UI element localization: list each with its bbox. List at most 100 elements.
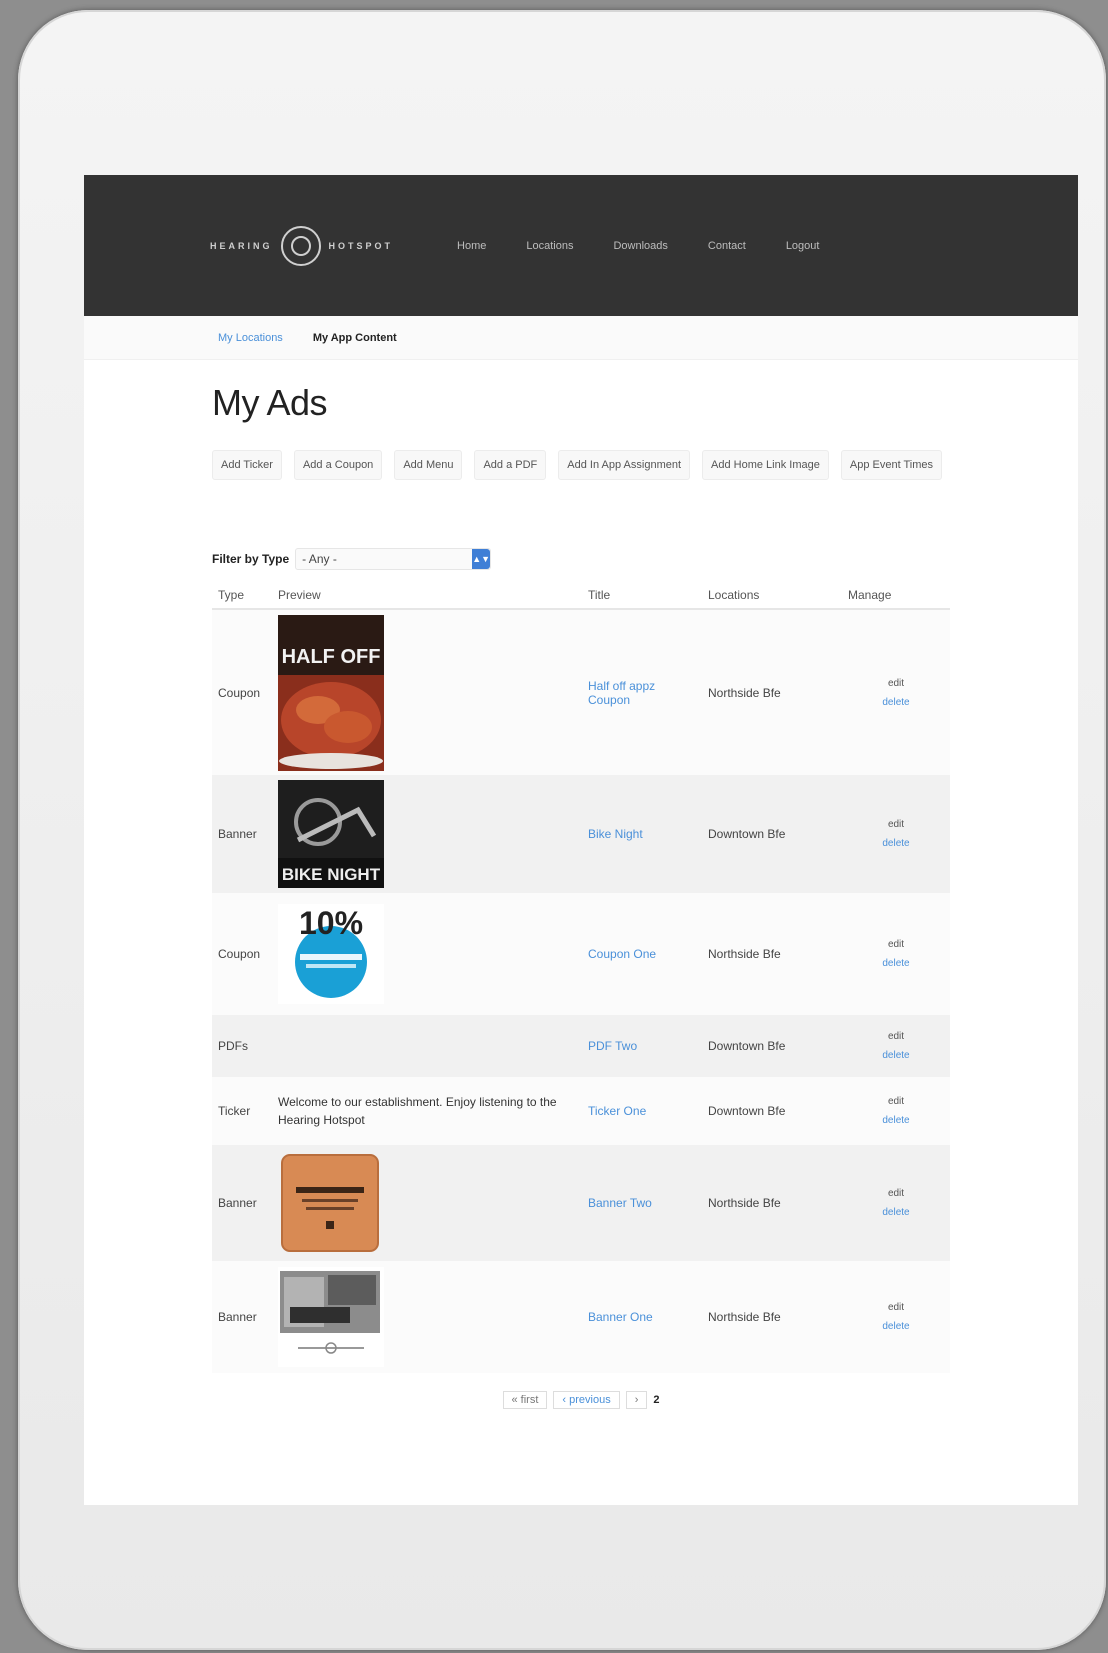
nav-downloads[interactable]: Downloads [613,240,667,252]
nav-logout[interactable]: Logout [786,240,820,252]
row-locations: Downtown Bfe [708,1104,786,1118]
ads-table: Type Preview Title Locations Manage Coup… [212,582,950,1373]
table-row: Banner Banner Two Northside Bfe edit del… [212,1145,950,1261]
row-title-link[interactable]: Ticker One [588,1104,646,1118]
delete-link[interactable]: delete [848,697,944,708]
header-title[interactable]: Title [582,582,702,610]
browser-screen: HEARING HOTSPOT Home Locations Downloads… [84,175,1078,1505]
table-row: PDFs PDF Two Downtown Bfe edit delete [212,1015,950,1077]
table-row: Banner BIKE NIGHT Bike Night Downtown Bf… [212,775,950,893]
top-navigation-bar: HEARING HOTSPOT Home Locations Downloads… [84,175,1078,316]
app-event-times-button[interactable]: App Event Times [840,450,943,480]
pagination: « first ‹ previous › 2 [212,1391,950,1409]
row-title-link[interactable]: Coupon One [588,947,656,961]
subnav-my-app-content[interactable]: My App Content [313,332,397,344]
row-title-link[interactable]: Bike Night [588,827,643,841]
row-title: Bike Night [582,775,702,893]
header-manage: Manage [842,582,950,610]
row-preview [272,1015,582,1077]
tablet-frame: HEARING HOTSPOT Home Locations Downloads… [18,10,1106,1650]
main-nav: Home Locations Downloads Contact Logout [457,240,819,252]
row-locations: Downtown Bfe [708,827,786,841]
delete-link[interactable]: delete [848,1115,944,1126]
filter-select-value: - Any - [302,552,337,566]
delete-link[interactable]: delete [848,1207,944,1218]
edit-link[interactable]: edit [848,1031,944,1042]
bike-night-banner-thumbnail: BIKE NIGHT [278,780,384,888]
row-type: Ticker [218,1104,251,1118]
row-preview-ticker-text: Welcome to our establishment. Enjoy list… [278,1095,557,1127]
header-type[interactable]: Type [212,582,272,610]
add-in-app-assignment-button[interactable]: Add In App Assignment [558,450,691,480]
add-ticker-button[interactable]: Add Ticker [212,450,282,480]
add-coupon-button[interactable]: Add a Coupon [293,450,383,480]
row-title: Coupon One [582,893,702,1015]
add-home-link-image-button[interactable]: Add Home Link Image [702,450,829,480]
brand-left-text: HEARING [210,240,273,251]
row-locations: Northside Bfe [708,685,781,700]
brand-right-text: HOTSPOT [328,240,394,251]
row-manage: edit delete [842,1077,950,1145]
main-content: My Ads Add Ticker Add a Coupon Add Menu … [84,382,1078,1409]
filter-label: Filter by Type [212,552,290,566]
filter-type-select[interactable]: - Any - ▲▼ [295,548,492,570]
type-filter: Filter by Type - Any - ▲▼ [212,548,950,570]
row-manage: edit delete [842,609,950,775]
table-row: Coupon 10% Coupon One Northside Bfe edit… [212,893,950,1015]
row-title-link[interactable]: Banner One [588,1310,653,1324]
edit-link[interactable]: edit [848,1188,944,1199]
table-row: Banner Banner One Northside Bfe edit del… [212,1261,950,1373]
row-title-link[interactable]: Half off appz Coupon [588,679,655,707]
row-type: Coupon [218,947,261,961]
nav-locations[interactable]: Locations [526,240,573,252]
add-pdf-button[interactable]: Add a PDF [474,450,547,480]
delete-link[interactable]: delete [848,958,944,969]
edit-link[interactable]: edit [848,939,944,950]
delete-link[interactable]: delete [848,1321,944,1332]
pager-next-button[interactable]: › [625,1391,648,1409]
half-off-coupon-thumbnail: HALF OFF [278,614,384,771]
edit-link[interactable]: edit [848,1302,944,1313]
pager-current-page: 2 [653,1394,660,1406]
subnav-my-locations[interactable]: My Locations [218,332,283,344]
row-preview: 10% [272,893,582,1015]
row-manage: edit delete [842,775,950,893]
pager-first-button[interactable]: « first [502,1391,548,1409]
row-title: PDF Two [582,1015,702,1077]
row-type: Banner [218,1310,257,1324]
brand-logo[interactable]: HEARING HOTSPOT [210,225,394,266]
edit-link[interactable]: edit [848,819,944,830]
table-row: Coupon HALF OFF Half off appz Coupon Nor… [212,609,950,775]
delete-link[interactable]: delete [848,838,944,849]
delete-link[interactable]: delete [848,1050,944,1061]
edit-link[interactable]: edit [848,678,944,689]
row-manage: edit delete [842,893,950,1015]
thumb-bike-night-text: BIKE NIGHT [282,865,381,884]
add-menu-button[interactable]: Add Menu [394,450,463,480]
pager-previous-button[interactable]: ‹ previous [553,1391,620,1409]
secondary-nav: My Locations My App Content [84,316,1078,360]
row-type: PDFs [218,1039,248,1053]
nav-contact[interactable]: Contact [708,240,746,252]
row-type: Banner [218,1196,257,1210]
row-locations: Downtown Bfe [708,1039,786,1053]
ten-percent-coupon-thumbnail: 10% [278,904,384,1004]
header-locations: Locations [702,582,842,610]
row-manage: edit delete [842,1261,950,1373]
row-title-link[interactable]: PDF Two [588,1039,637,1053]
edit-link[interactable]: edit [848,1096,944,1107]
row-preview [272,1261,582,1373]
select-arrows-icon: ▲▼ [472,549,491,569]
banner-one-thumbnail [278,1267,384,1367]
row-preview: BIKE NIGHT [272,775,582,893]
row-preview: HALF OFF [272,609,582,775]
page-title: My Ads [212,382,328,423]
nav-home[interactable]: Home [457,240,486,252]
row-manage: edit delete [842,1015,950,1077]
hearing-hotspot-logo-icon [280,225,321,266]
row-manage: edit delete [842,1145,950,1261]
row-title: Half off appz Coupon [582,609,702,775]
row-locations: Northside Bfe [708,1196,781,1210]
row-title-link[interactable]: Banner Two [588,1196,652,1210]
row-title: Ticker One [582,1077,702,1145]
